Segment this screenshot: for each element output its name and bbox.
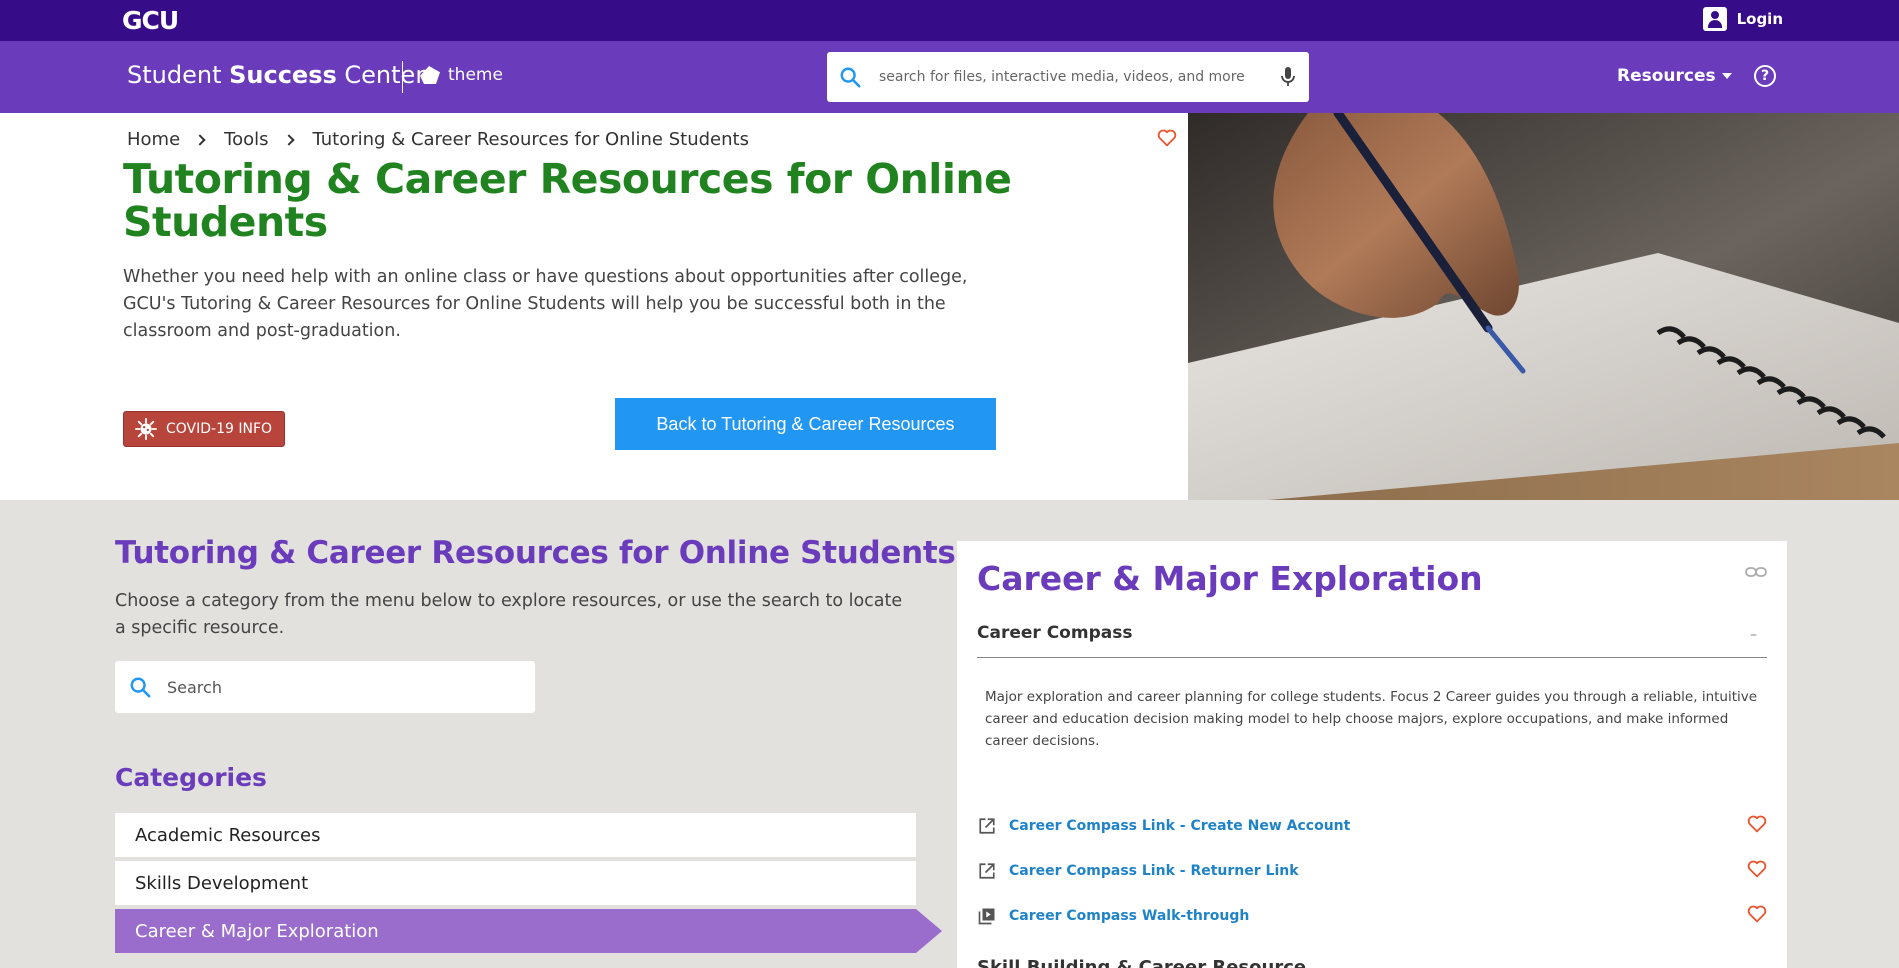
categories-heading: Categories bbox=[115, 763, 267, 792]
back-to-resources-button[interactable]: Back to Tutoring & Career Resources bbox=[615, 398, 996, 450]
resources-label: Resources bbox=[1617, 66, 1716, 86]
top-bar: GCU Login bbox=[0, 0, 1899, 41]
chevron-right-icon bbox=[194, 133, 206, 146]
external-link-icon bbox=[977, 816, 997, 836]
nav-bar: Student Success Center theme Resources ? bbox=[0, 41, 1899, 113]
next-resource-heading[interactable]: Skill Building & Career Resource bbox=[977, 957, 1306, 968]
covid-info-button[interactable]: COVID-19 INFO bbox=[123, 411, 285, 447]
hero-photo-writing bbox=[1188, 113, 1899, 500]
chevron-right-icon bbox=[282, 133, 295, 146]
career-compass-returner-link[interactable]: Career Compass Link - Returner Link bbox=[1009, 863, 1299, 879]
global-search-input[interactable] bbox=[879, 69, 1259, 85]
search-icon[interactable] bbox=[115, 676, 165, 698]
collapse-icon[interactable]: – bbox=[1750, 627, 1757, 643]
hero: Home Tools Tutoring & Career Resources f… bbox=[0, 113, 1899, 500]
copy-link-icon[interactable] bbox=[1745, 563, 1767, 582]
page-description: Whether you need help with an online cla… bbox=[123, 267, 968, 341]
favorite-heart-icon[interactable] bbox=[1747, 815, 1767, 837]
virus-icon bbox=[135, 418, 157, 440]
site-title-suffix: Center bbox=[336, 61, 426, 89]
section-description: Choose a category from the menu below to… bbox=[115, 591, 903, 638]
external-link-icon bbox=[977, 861, 997, 881]
career-compass-walkthrough-link[interactable]: Career Compass Walk-through bbox=[1009, 908, 1249, 924]
site-title[interactable]: Student Success Center bbox=[127, 61, 425, 89]
covid-info-label: COVID-19 INFO bbox=[166, 421, 273, 437]
help-icon[interactable]: ? bbox=[1754, 65, 1776, 87]
detail-title: Career & Major Exploration bbox=[977, 559, 1483, 598]
video-icon bbox=[977, 906, 997, 926]
gcu-logo[interactable]: GCU bbox=[122, 6, 179, 35]
breadcrumb: Home Tools Tutoring & Career Resources f… bbox=[127, 129, 749, 150]
chevron-down-icon bbox=[1721, 73, 1732, 79]
resource-accordion-title[interactable]: Career Compass bbox=[977, 623, 1132, 643]
category-skills-development[interactable]: Skills Development bbox=[115, 861, 916, 905]
site-title-prefix: Student bbox=[127, 61, 230, 89]
theme-brand[interactable]: theme bbox=[420, 65, 503, 85]
user-icon bbox=[1702, 7, 1727, 31]
breadcrumb-current: Tutoring & Career Resources for Online S… bbox=[312, 129, 749, 150]
title-divider bbox=[402, 61, 403, 93]
resource-search-input[interactable] bbox=[167, 677, 507, 697]
category-academic-resources[interactable]: Academic Resources bbox=[115, 813, 916, 857]
favorite-heart-icon[interactable] bbox=[1747, 860, 1767, 882]
theme-label: theme bbox=[448, 65, 503, 85]
career-compass-create-account-link[interactable]: Career Compass Link - Create New Account bbox=[1009, 818, 1350, 834]
resource-link-row: Career Compass Link - Create New Account bbox=[977, 811, 1767, 841]
microphone-icon[interactable] bbox=[1281, 66, 1295, 92]
favorite-heart-icon[interactable] bbox=[1157, 129, 1177, 151]
resource-link-row: Career Compass Walk-through bbox=[977, 901, 1767, 931]
login-label: Login bbox=[1736, 10, 1783, 28]
login-button[interactable]: Login bbox=[1702, 7, 1783, 31]
page-title: Tutoring & Career Resources for Online S… bbox=[123, 155, 1012, 246]
resource-link-row: Career Compass Link - Returner Link bbox=[977, 856, 1767, 886]
breadcrumb-tools[interactable]: Tools bbox=[224, 129, 268, 150]
theme-logo-icon bbox=[420, 66, 440, 84]
category-detail-panel: Career & Major Exploration Career Compas… bbox=[957, 541, 1787, 968]
category-career-major-exploration[interactable]: Career & Major Exploration bbox=[115, 909, 942, 953]
search-icon[interactable] bbox=[827, 66, 873, 88]
favorite-heart-icon[interactable] bbox=[1747, 905, 1767, 927]
global-search bbox=[827, 52, 1309, 102]
site-title-bold: Success bbox=[229, 61, 337, 89]
resource-description: Major exploration and career planning fo… bbox=[985, 689, 1758, 749]
breadcrumb-home[interactable]: Home bbox=[127, 129, 180, 150]
resource-search bbox=[115, 661, 535, 713]
divider bbox=[977, 657, 1767, 658]
resources-menu[interactable]: Resources bbox=[1617, 66, 1732, 86]
category-list: Academic Resources Skills Development Ca… bbox=[115, 813, 942, 957]
section-title: Tutoring & Career Resources for Online S… bbox=[115, 535, 956, 571]
